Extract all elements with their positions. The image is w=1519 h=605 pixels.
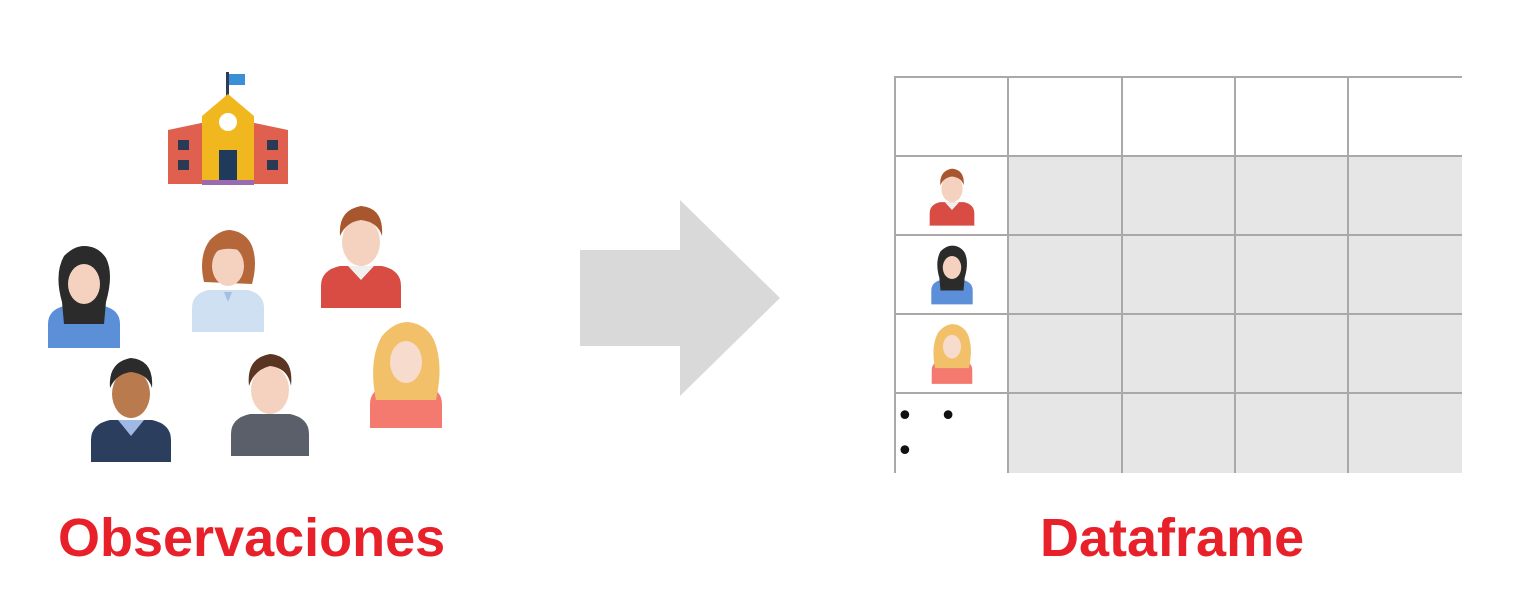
man-dark-skin-icon	[91, 358, 171, 462]
table-header-cell	[1349, 78, 1462, 157]
man-red-sweater-icon	[321, 206, 401, 308]
table-cell	[1009, 394, 1123, 473]
table-header-cell	[1236, 78, 1349, 157]
table-cell	[1349, 315, 1462, 394]
row-label-cell	[896, 236, 1009, 315]
table-cell	[1123, 157, 1236, 236]
table-cell	[1349, 394, 1462, 473]
table-cell	[1349, 157, 1462, 236]
row-label-cell	[896, 315, 1009, 394]
table-header-cell	[896, 78, 1009, 157]
table-header-cell	[1009, 78, 1123, 157]
table-cell	[1236, 157, 1349, 236]
observations-caption: Observaciones	[58, 508, 446, 568]
woman-blonde-icon	[370, 322, 442, 428]
table-cell	[1009, 236, 1123, 315]
table-cell	[1236, 315, 1349, 394]
ellipsis-marker: • • •	[896, 398, 965, 469]
right-arrow-icon	[580, 200, 780, 396]
dataframe-caption: Dataframe	[1040, 508, 1305, 568]
woman-dark-hair-icon	[48, 246, 120, 348]
row-label-cell: • • •	[896, 394, 1009, 473]
woman-brown-hair-icon	[192, 230, 264, 332]
school-icon	[168, 72, 288, 185]
table-cell	[1123, 236, 1236, 315]
table-cell	[1123, 315, 1236, 394]
woman-dark-hair-icon	[930, 245, 973, 304]
man-red-sweater-icon	[929, 168, 974, 226]
man-gray-sweater-icon	[231, 354, 309, 456]
woman-blonde-icon	[931, 323, 972, 384]
table-cell	[1236, 236, 1349, 315]
table-header-cell	[1123, 78, 1236, 157]
table-cell	[1009, 315, 1123, 394]
table-cell	[1009, 157, 1123, 236]
row-label-cell	[896, 157, 1009, 236]
dataframe-table: • • •	[894, 76, 1462, 473]
table-cell	[1349, 236, 1462, 315]
table-cell	[1236, 394, 1349, 473]
table-cell	[1123, 394, 1236, 473]
